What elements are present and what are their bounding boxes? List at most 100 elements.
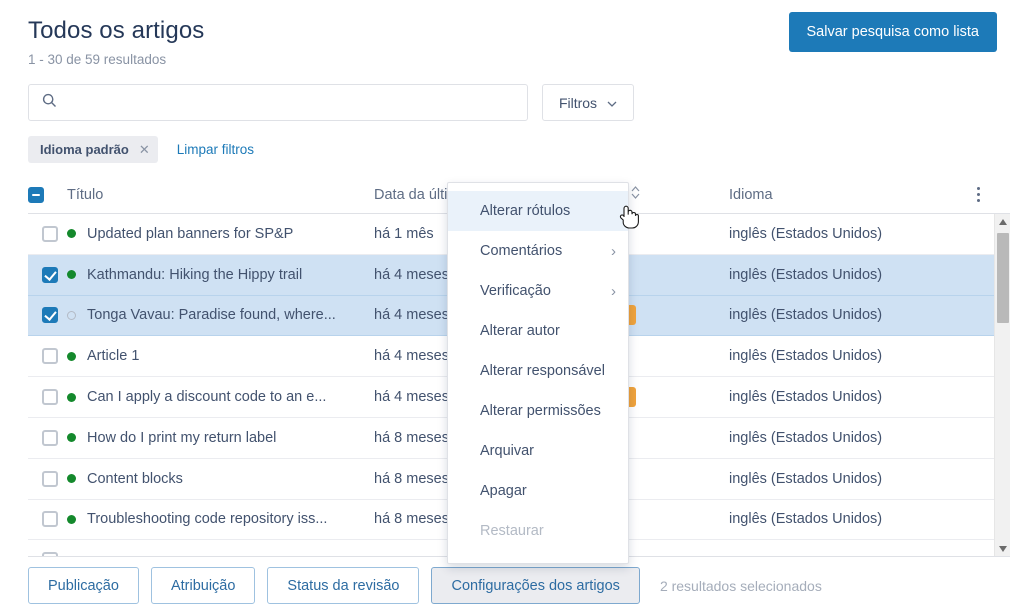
row-checkbox[interactable] (42, 511, 58, 528)
row-title-cell[interactable]: Updated plan banners for SP&P (67, 226, 374, 242)
chevron-right-icon: › (611, 282, 616, 300)
row-language: inglês (Estados Unidos) (729, 389, 883, 406)
menu-item[interactable]: Alterar rótulos (448, 191, 628, 231)
publish-state-dot (67, 229, 76, 239)
row-language: inglês (Estados Unidos) (729, 348, 883, 365)
publish-state-dot (67, 392, 76, 402)
row-checkbox[interactable] (42, 225, 58, 242)
filter-chip-default-language[interactable]: Idioma padrão ✕ (28, 136, 158, 163)
menu-item[interactable]: Apagar (448, 471, 628, 511)
row-checkbox-cell (28, 348, 67, 365)
menu-item[interactable]: Alterar autor (448, 311, 628, 351)
publish-state-dot (67, 474, 76, 484)
row-title-label: Can I apply a discount code to an e... (87, 389, 327, 406)
caret-down-icon[interactable] (995, 541, 1010, 557)
select-all-checkbox-cell (28, 186, 67, 203)
menu-item-label: Verificação (480, 283, 551, 299)
row-title-label: How do I print my return label (87, 429, 277, 446)
row-title-cell[interactable]: Content blocks (67, 471, 374, 487)
publish-state-dot (67, 270, 76, 280)
menu-item-label: Arquivar (480, 443, 534, 459)
row-checkbox[interactable] (42, 307, 58, 324)
search-box[interactable] (28, 84, 528, 121)
active-filters-row: Idioma padrão ✕ Limpar filtros (28, 136, 254, 163)
save-search-as-list-button[interactable]: Salvar pesquisa como lista (788, 12, 997, 52)
bulk-action-button[interactable]: Atribuição (150, 567, 256, 604)
publish-state-dot (67, 514, 76, 524)
menu-item-label: Alterar responsável (480, 363, 605, 379)
row-title-label: Article 1 (87, 348, 140, 365)
row-title-cell[interactable]: Troubleshooting code repository iss... (67, 511, 374, 527)
row-title-cell[interactable]: Can I apply a discount code to an e... (67, 389, 374, 405)
row-title-label: Updated plan banners for SP&P (87, 225, 294, 242)
search-row (28, 84, 528, 121)
vertical-scrollbar[interactable] (994, 214, 1010, 557)
row-checkbox[interactable] (42, 266, 58, 283)
row-language: inglês (Estados Unidos) (729, 307, 883, 324)
row-language: inglês (Estados Unidos) (729, 429, 883, 446)
bulk-action-button[interactable]: Publicação (28, 567, 139, 604)
more-vertical-icon[interactable] (976, 187, 980, 202)
row-title-cell[interactable]: How do I print my return label (67, 430, 374, 446)
row-checkbox[interactable] (42, 389, 58, 406)
menu-item: Restaurar (448, 511, 628, 551)
scrollbar-thumb[interactable] (997, 233, 1009, 323)
row-checkbox-cell (28, 225, 67, 242)
menu-item-label: Comentários (480, 243, 563, 259)
row-language: inglês (Estados Unidos) (729, 266, 883, 283)
row-title-cell[interactable]: Kathmandu: Hiking the Hippy trail (67, 267, 374, 283)
page-header: Todos os artigos 1 - 30 de 59 resultados… (28, 12, 997, 76)
menu-item[interactable]: Alterar permissões (448, 391, 628, 431)
row-title-cell[interactable]: Tonga Vavau: Paradise found, where... (67, 307, 374, 323)
bulk-action-button[interactable]: Status da revisão (267, 567, 420, 604)
publish-state-dot (67, 433, 76, 443)
sort-icon[interactable] (631, 186, 640, 203)
result-count: 1 - 30 de 59 resultados (28, 52, 167, 67)
publish-state-dot (67, 351, 76, 361)
row-checkbox[interactable] (42, 470, 58, 487)
selection-count: 2 resultados selecionados (659, 577, 822, 594)
row-title-label: Kathmandu: Hiking the Hippy trail (87, 266, 303, 283)
menu-item[interactable]: Comentários › (448, 231, 628, 271)
menu-item[interactable]: Arquivar (448, 431, 628, 471)
row-checkbox[interactable] (42, 348, 58, 365)
row-language: inglês (Estados Unidos) (729, 225, 883, 242)
row-checkbox-cell (28, 266, 67, 283)
row-title-cell[interactable]: Article 1 (67, 348, 374, 364)
menu-item[interactable]: Alterar responsável (448, 351, 628, 391)
chevron-down-icon (607, 95, 617, 111)
column-header-language[interactable]: Idioma (729, 187, 946, 203)
row-checkbox-cell (28, 429, 67, 446)
search-icon (42, 93, 57, 113)
row-checkbox[interactable] (42, 429, 58, 446)
search-input[interactable] (57, 85, 527, 120)
column-options-cell (946, 187, 1010, 202)
row-checkbox-cell (28, 470, 67, 487)
column-header-language-label: Idioma (729, 186, 773, 203)
row-title-label: Tonga Vavau: Paradise found, where... (87, 307, 336, 324)
menu-item-label: Alterar autor (480, 323, 560, 339)
bulk-action-button[interactable]: Configurações dos artigos (431, 567, 640, 604)
caret-up-icon[interactable] (995, 214, 1010, 230)
row-language: inglês (Estados Unidos) (729, 470, 883, 487)
row-language: inglês (Estados Unidos) (729, 511, 883, 528)
row-title-label: Troubleshooting code repository iss... (87, 511, 328, 528)
select-all-checkbox[interactable] (28, 186, 44, 203)
row-checkbox-cell (28, 511, 67, 528)
row-checkbox-cell (28, 389, 67, 406)
filters-button-label: Filtros (558, 94, 598, 111)
clear-filters-link[interactable]: Limpar filtros (177, 142, 254, 157)
close-icon[interactable]: ✕ (139, 143, 150, 156)
filter-chip-label: Idioma padrão (40, 142, 129, 157)
menu-item-label: Restaurar (480, 523, 544, 539)
bulk-action-toolbar: Publicação Atribuição Status da revisão Con… (28, 567, 822, 604)
publish-state-dot (67, 310, 76, 320)
column-header-title[interactable]: Título (67, 187, 374, 203)
filters-button[interactable]: Filtros (542, 84, 634, 121)
column-header-title-label: Título (67, 186, 104, 203)
row-checkbox-cell (28, 307, 67, 324)
menu-item-label: Apagar (480, 483, 527, 499)
row-title-label: Content blocks (87, 470, 183, 487)
menu-item-label: Alterar rótulos (480, 203, 571, 219)
menu-item[interactable]: Verificação › (448, 271, 628, 311)
